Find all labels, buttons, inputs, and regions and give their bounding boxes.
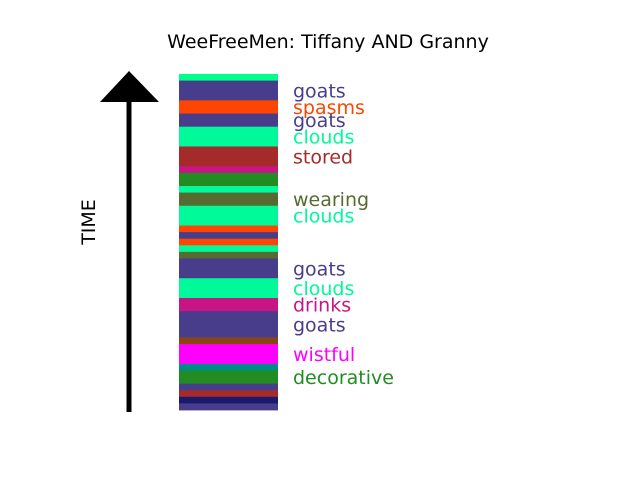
timeline-segment bbox=[179, 80, 278, 101]
timeline-segment bbox=[179, 251, 278, 259]
timeline-segment bbox=[179, 238, 278, 246]
timeline-segment bbox=[179, 172, 278, 187]
segment-label: clouds bbox=[293, 206, 354, 228]
timeline-segment bbox=[179, 370, 278, 385]
time-axis-label: TIME bbox=[78, 199, 100, 246]
timeline-segment bbox=[179, 225, 278, 233]
segment-label: drinks bbox=[293, 295, 351, 317]
timeline-segment bbox=[179, 337, 278, 345]
timeline-segment bbox=[179, 396, 278, 404]
timeline-segment bbox=[179, 278, 278, 299]
timeline-segment bbox=[179, 245, 278, 253]
segment-label: goats bbox=[293, 314, 346, 336]
timeline-segment bbox=[179, 403, 278, 411]
timeline-segment bbox=[179, 311, 278, 338]
time-arrow-icon bbox=[100, 71, 159, 102]
timeline-segment bbox=[179, 205, 278, 226]
timeline-segment bbox=[179, 113, 278, 128]
segment-label: decorative bbox=[293, 367, 394, 389]
segment-label: goats bbox=[293, 258, 346, 280]
timeline-segment bbox=[179, 192, 278, 207]
segment-label: stored bbox=[293, 146, 353, 168]
timeline-segment bbox=[179, 298, 278, 312]
timeline-labels: goatsspasmsgoatscloudsstoredwearingcloud… bbox=[293, 80, 394, 389]
timeline-segment bbox=[179, 186, 278, 193]
timeline-segment bbox=[179, 232, 278, 240]
timeline-segment bbox=[179, 100, 278, 114]
timeline-segment bbox=[179, 390, 278, 398]
timeline-segment bbox=[179, 166, 278, 174]
timeline-segment bbox=[179, 344, 278, 365]
segment-label: clouds bbox=[293, 127, 354, 149]
timeline-segment bbox=[179, 383, 278, 391]
segment-label: wistful bbox=[293, 344, 355, 366]
timeline-segment bbox=[179, 146, 278, 167]
timeline-segment bbox=[179, 258, 278, 279]
timeline-segments bbox=[179, 74, 278, 411]
timeline-segment bbox=[179, 126, 278, 147]
time-axis: TIME bbox=[78, 71, 159, 412]
timeline-segment bbox=[179, 74, 278, 81]
timeline-chart: TIME goatsspasmsgoatscloudsstoredwearing… bbox=[78, 71, 394, 412]
timeline-segment bbox=[179, 363, 278, 371]
